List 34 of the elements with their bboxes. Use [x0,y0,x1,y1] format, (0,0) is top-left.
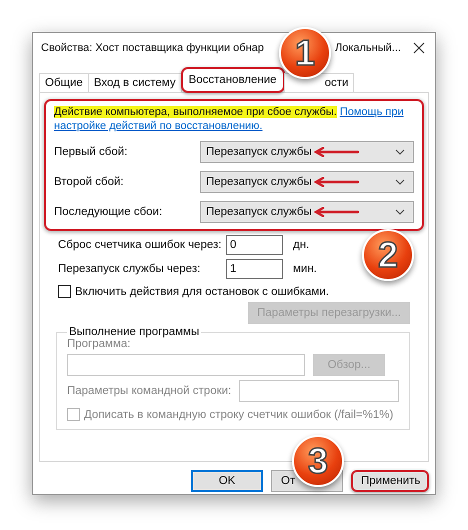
checkbox-label: Дописать в командную строку счетчик ошибок (/fail=%1%) [84,408,394,420]
chevron-icon [395,149,405,155]
tab[interactable]: Общие [39,73,89,92]
close-icon[interactable] [413,42,425,54]
field-label: Первый сбой: [54,146,128,158]
window-title: Свойства: Хост поставщика функции обнар [41,42,265,54]
number-field[interactable]: 1 [226,259,283,279]
checkbox[interactable] [58,285,71,298]
window-title: Локальный... [335,42,401,54]
field-label: Второй сбой: [54,176,125,188]
help-link[interactable]: Помощь при [340,106,404,118]
field-label: Последующие сбои: [54,206,164,218]
field-label: Перезапуск службы через: [58,263,202,275]
step-marker: 1 [279,27,331,79]
tab[interactable]: Вход в систему [88,73,182,92]
field-label: Программа: [67,338,132,350]
recovery-description: Действие компьютера, выполняемое при сбое службы. Помощь при настройке действий по восстановлению. [54,105,405,133]
help-link[interactable]: настройке действий по восстановлению. [54,120,262,132]
dropdown[interactable]: Перезапуск службы [200,201,414,223]
unit-label: дн. [293,239,310,251]
step-marker: 2 [362,229,414,281]
dropdown[interactable]: Перезапуск службы [200,141,414,163]
group-title: Выполнение программы [68,326,200,338]
field-label: Параметры командной строки: [67,385,232,397]
number-field[interactable]: 0 [226,235,283,255]
checkbox-label: Включить действия для остановок с ошибками. [75,286,329,298]
dropdown[interactable]: Перезапуск службы [200,171,414,193]
unit-label: мин. [293,263,317,275]
field-label: Сброс счетчика ошибок через: [58,239,222,251]
dialog-button[interactable]: OK [191,470,263,492]
chevron-icon [395,179,405,185]
tab[interactable]: Восстановление [180,67,285,93]
chevron-icon [395,209,405,215]
dialog-button[interactable]: Применить [351,470,429,492]
